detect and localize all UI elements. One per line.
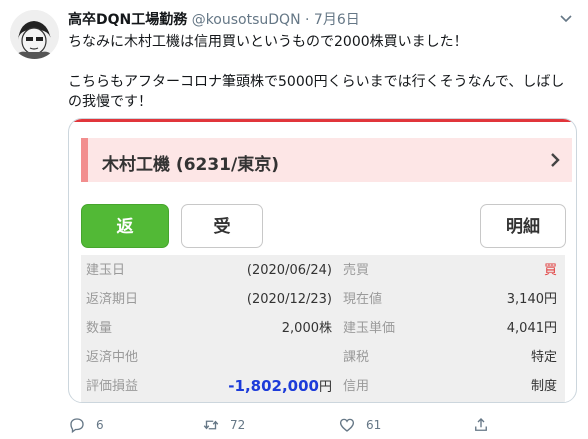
reply-icon xyxy=(70,418,84,434)
brokerage-card: 木村工機 (6231/東京) 返 受 明細 建玉日 (2020/06/24) 売… xyxy=(72,119,573,402)
chevron-down-icon[interactable] xyxy=(558,10,574,26)
position-detail-grid: 建玉日 (2020/06/24) 売買 買 返済期日 (2020/12/23) … xyxy=(81,255,565,402)
label-repay-date: 返済期日 xyxy=(86,292,139,307)
retweet-count: 72 xyxy=(230,418,246,432)
value-unrealized-pl-unit: 円 xyxy=(318,380,332,395)
like-icon xyxy=(339,418,355,432)
label-repay-in-progress: 返済中他 xyxy=(86,350,139,365)
label-current-price: 現在値 xyxy=(343,292,383,307)
share-action[interactable] xyxy=(472,414,500,436)
chevron-right-icon xyxy=(551,153,560,167)
author-name[interactable]: 高卒DQN工場勤務 xyxy=(68,12,187,28)
label-taxation: 課税 xyxy=(343,350,370,365)
receive-button: 受 xyxy=(181,204,263,248)
tweet-text-line2: こちらもアフターコロナ筆頭株で5000円くらいまでは行くそうなんで、しばしの我慢… xyxy=(68,74,565,110)
label-trade-type: 売買 xyxy=(343,263,370,278)
value-repay-date: (2020/12/23) xyxy=(246,292,332,307)
value-open-date: (2020/06/24) xyxy=(246,263,332,278)
tweet-date[interactable]: 7月6日 xyxy=(314,12,360,28)
value-unrealized-pl: -1,802,000円 xyxy=(201,374,332,399)
stock-title: 木村工機 (6231/東京) xyxy=(102,155,279,175)
like-action[interactable]: 61 xyxy=(338,414,381,436)
value-unit-price: 4,041円 xyxy=(506,321,557,336)
label-unrealized-pl: 評価損益 xyxy=(86,379,139,394)
value-trade-type: 買 xyxy=(543,263,557,278)
value-repay-in-progress xyxy=(201,345,332,370)
label-quantity: 数量 xyxy=(86,321,113,336)
retweet-icon xyxy=(203,420,219,430)
author-handle[interactable]: @kousotsuDQN xyxy=(192,12,301,28)
value-taxation: 特定 xyxy=(530,350,557,365)
tweet-text: ちなみに木村工機は信用買いというもので2000株買いました！ こちらもアフターコ… xyxy=(68,32,573,112)
like-count: 61 xyxy=(366,418,382,432)
tweet-header: 高卒DQN工場勤務 @kousotsuDQN · 7月6日 xyxy=(68,11,360,29)
label-margin: 信用 xyxy=(343,379,370,394)
avatar[interactable] xyxy=(10,10,59,59)
tweet-actions: 6 72 61 xyxy=(68,414,568,436)
value-quantity: 2,000株 xyxy=(281,321,332,336)
value-unrealized-pl-amount: -1,802,000 xyxy=(228,377,319,395)
label-open-date: 建玉日 xyxy=(86,263,126,278)
share-icon xyxy=(475,418,487,431)
tweet-text-line1: ちなみに木村工機は信用買いというもので2000株買いました！ xyxy=(68,34,468,50)
stock-header-bar: 木村工機 (6231/東京) xyxy=(81,138,572,182)
tweet-media-screenshot[interactable]: 木村工機 (6231/東京) 返 受 明細 建玉日 (2020/06/24) 売… xyxy=(68,118,577,403)
value-current-price: 3,140円 xyxy=(506,292,557,307)
detail-button: 明細 xyxy=(480,204,566,248)
reply-action[interactable]: 6 xyxy=(68,414,104,436)
header-separator: · xyxy=(305,12,310,28)
label-unit-price: 建玉単価 xyxy=(343,321,396,336)
return-button: 返 xyxy=(81,204,169,248)
value-margin-type: 制度 xyxy=(530,379,557,394)
reply-count: 6 xyxy=(96,418,104,432)
retweet-action[interactable]: 72 xyxy=(202,414,245,436)
